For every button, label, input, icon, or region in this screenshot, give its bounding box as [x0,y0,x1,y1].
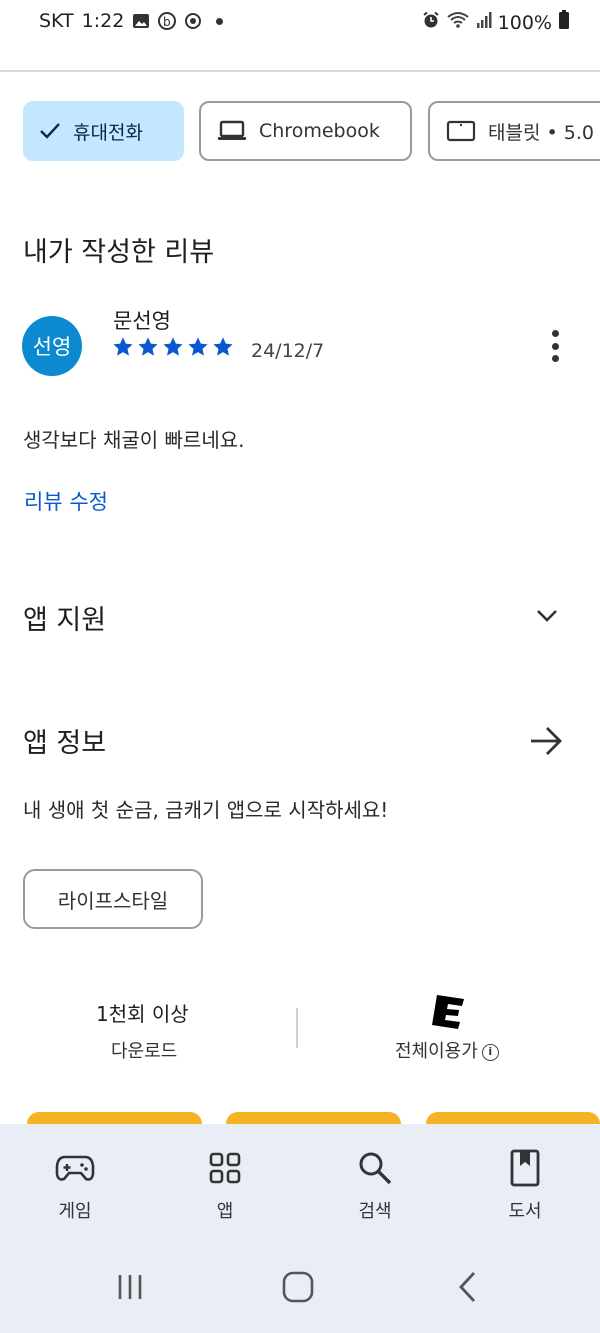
star-rating [112,336,234,358]
app-info-title[interactable]: 앱 정보 [23,721,106,760]
laptop-icon [217,120,247,142]
my-review-title: 내가 작성한 리뷰 [23,237,215,268]
nav-item-search[interactable]: 검색 [300,1124,450,1244]
status-left: SKT 1:22 b [39,10,224,32]
status-bar: SKT 1:22 b 100% [0,0,600,46]
bottom-nav: 게임 앱 검색 도서 [0,1124,600,1244]
stat-divider [296,1008,298,1048]
downloads-value: 1천회 이상 [96,1002,189,1026]
avatar: 선영 [22,316,82,376]
reviewer-name: 문선영 [113,309,171,333]
chip-tablet-label: 태블릿 • 5.0 [488,121,594,144]
chip-chromebook[interactable]: Chromebook [199,101,412,161]
top-divider [0,70,600,72]
svg-text:b: b [163,15,171,29]
downloads-label: 다운로드 [111,1041,178,1062]
chip-chromebook-label: Chromebook [259,120,380,142]
review-date: 24/12/7 [251,340,325,362]
chip-phone-label: 휴대전화 [73,121,143,144]
more-options-button[interactable] [538,326,572,366]
check-icon [39,122,61,140]
gamepad-icon [55,1148,95,1188]
content-rating-text: 전체이용가 [395,1041,478,1062]
chip-tablet[interactable]: 태블릿 • 5.0 [428,101,600,161]
chip-phone[interactable]: 휴대전화 [23,101,184,161]
book-icon [505,1148,545,1188]
home-icon[interactable] [281,1270,315,1304]
star-icon [113,337,133,356]
more-dot-icon [551,355,559,362]
avatar-text: 선영 [32,335,72,359]
content-rating-e-icon [431,993,467,1031]
nav-item-books[interactable]: 도서 [450,1124,600,1244]
gallery-icon [132,12,150,30]
app-support-title[interactable]: 앱 지원 [23,598,106,637]
dot-icon [216,17,224,25]
star-icon [163,337,183,356]
star-icon [138,337,158,356]
signal-icon [476,11,492,34]
more-dot-icon [551,330,559,337]
edit-review-link[interactable]: 리뷰 수정 [24,486,108,516]
system-nav-bar [0,1244,600,1333]
nav-label-books: 도서 [508,1201,542,1222]
device-chip-row: 휴대전화 Chromebook 태블릿 • 5.0 [23,101,600,163]
review-text: 생각보다 채굴이 빠르네요. [23,428,245,452]
battery-icon [558,10,570,35]
nav-label-apps: 앱 [216,1201,234,1222]
clock: 1:22 [81,10,125,32]
star-icon [188,337,208,356]
content-rating-label[interactable]: 전체이용가 i [395,1037,499,1063]
recent-apps-icon[interactable] [113,1270,147,1304]
back-icon[interactable] [452,1270,482,1304]
category-chip[interactable]: 라이프스타일 [23,869,203,929]
carrier-label: SKT [39,10,74,32]
search-icon [355,1148,395,1188]
info-icon[interactable]: i [481,1043,499,1061]
battery-level: 100% [497,11,552,34]
star-icon [213,337,233,356]
tablet-icon [446,120,476,142]
more-dot-icon [551,342,559,350]
chevron-down-icon[interactable] [533,602,561,630]
status-right: 100% [422,10,570,35]
arrow-right-icon[interactable] [528,724,564,758]
category-label: 라이프스타일 [57,888,169,913]
app-description: 내 생애 첫 순금, 금캐기 앱으로 시작하세요! [23,798,389,822]
nav-label-search: 검색 [358,1201,392,1222]
sync-icon [184,12,202,30]
alarm-icon [422,11,440,34]
apps-grid-icon [205,1148,245,1188]
b-app-icon: b [158,12,177,30]
nav-label-games: 게임 [58,1201,92,1222]
nav-item-apps[interactable]: 앱 [150,1124,300,1244]
wifi-icon [446,11,470,34]
nav-item-games[interactable]: 게임 [0,1124,150,1244]
